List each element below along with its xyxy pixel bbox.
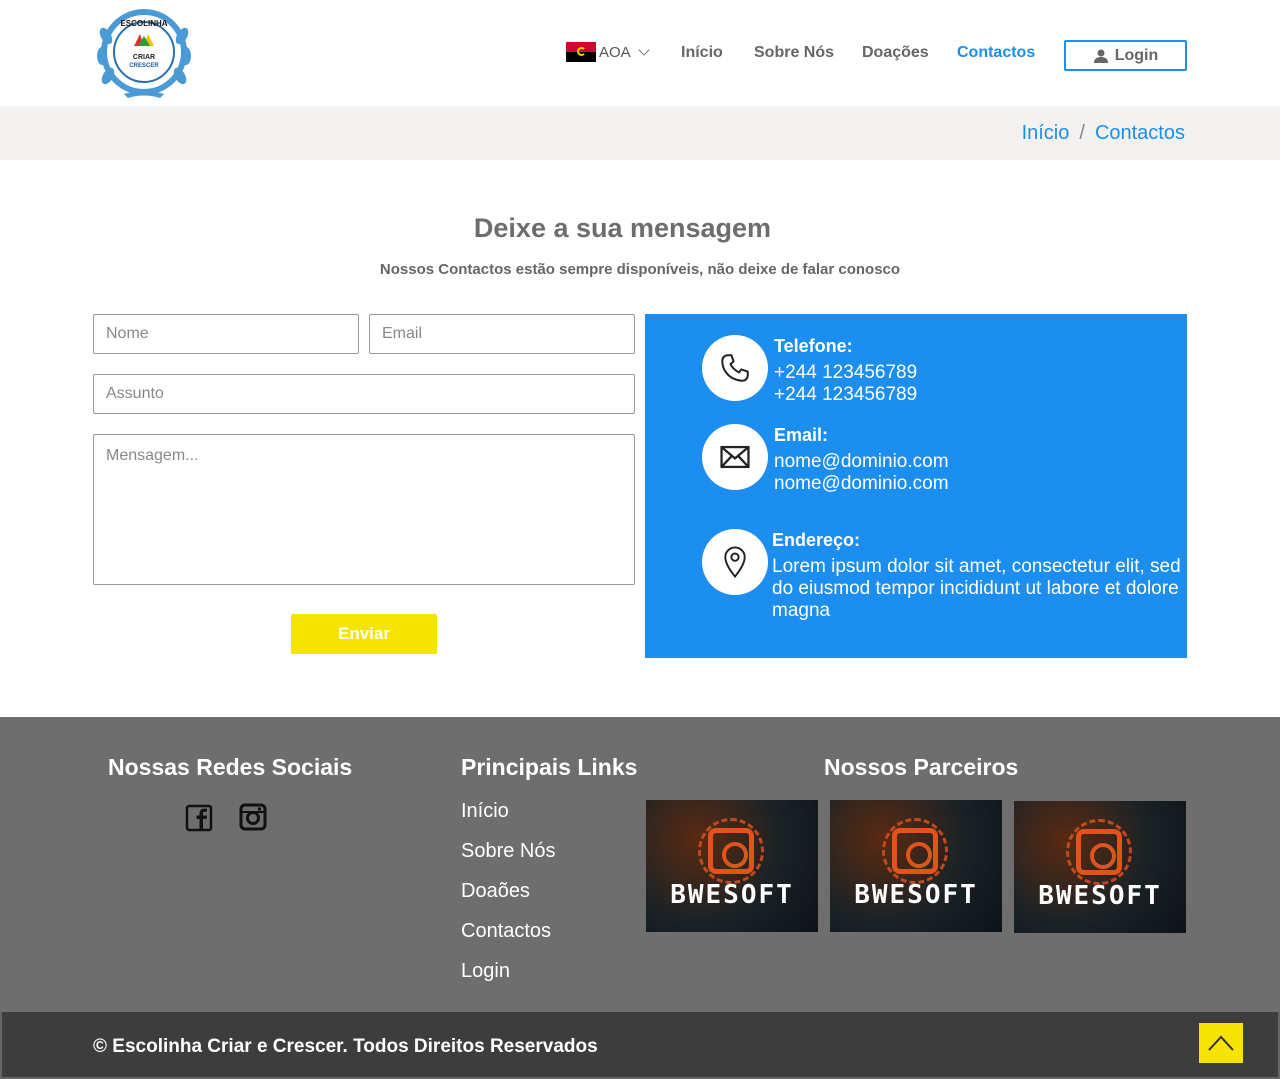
send-button[interactable]: Enviar <box>291 614 437 654</box>
phone-icon <box>721 354 749 382</box>
address-label: Endereço: <box>772 530 861 550</box>
mail-icon-circle <box>702 424 768 490</box>
chevron-down-icon <box>638 44 650 56</box>
nav-contactos[interactable]: Contactos <box>957 44 1035 62</box>
site-header: CRIAR CRESCER ESCOLINHA AOA Início Sobre… <box>0 0 1280 106</box>
partner-logo-2[interactable]: BWESOFT <box>830 800 1002 932</box>
mail-icon <box>720 445 750 469</box>
partner-name-3: BWESOFT <box>1038 881 1162 911</box>
phone-number-2: +244 123456789 <box>774 384 918 405</box>
name-input[interactable] <box>93 314 359 354</box>
partner-name-2: BWESOFT <box>854 880 978 910</box>
login-label: Login <box>1114 46 1159 64</box>
back-to-top-button[interactable] <box>1199 1023 1243 1063</box>
breadcrumb-bar: Início / Contactos <box>0 106 1280 160</box>
svg-text:CRIAR: CRIAR <box>133 54 155 61</box>
email-address-2: nome@dominio.com <box>774 473 949 494</box>
svg-text:ESCOLINHA: ESCOLINHA <box>120 19 167 28</box>
location-icon-circle <box>702 529 768 595</box>
page-title: Deixe a sua mensagem <box>473 213 772 243</box>
footer-link-sobre-nos[interactable]: Sobre Nós <box>461 840 556 863</box>
footer-link-login[interactable]: Login <box>461 960 510 983</box>
phone-label: Telefone: <box>774 336 853 356</box>
phone-icon-circle <box>702 335 768 401</box>
email-input[interactable] <box>369 314 635 354</box>
message-textarea[interactable] <box>93 434 635 585</box>
email-label: Email: <box>774 425 829 445</box>
school-logo[interactable]: CRIAR CRESCER ESCOLINHA <box>94 6 194 102</box>
currency-selector[interactable]: AOA <box>566 42 650 62</box>
nav-sobre-nos[interactable]: Sobre Nós <box>754 44 834 62</box>
partners-heading: Nossos Parceiros <box>824 754 1019 780</box>
nav-doacoes[interactable]: Doações <box>862 44 929 62</box>
partner-logo-1[interactable]: BWESOFT <box>646 800 818 932</box>
address-line-3: magna <box>772 600 831 621</box>
links-heading: Principais Links <box>461 754 638 780</box>
svg-text:CRESCER: CRESCER <box>129 63 159 69</box>
map-pin-icon <box>724 546 746 579</box>
currency-label: AOA <box>599 43 631 61</box>
chevron-up-icon <box>1208 1035 1234 1051</box>
partner-logo-3[interactable]: BWESOFT <box>1014 801 1186 933</box>
instagram-icon[interactable] <box>239 803 267 831</box>
social-heading: Nossas Redes Sociais <box>108 754 353 780</box>
nav-inicio[interactable]: Início <box>681 44 723 62</box>
footer-link-contactos[interactable]: Contactos <box>461 920 551 943</box>
login-button[interactable]: Login <box>1064 40 1187 71</box>
address-line-1: Lorem ipsum dolor sit amet, consectetur … <box>772 556 1181 577</box>
breadcrumb-current: Contactos <box>1094 122 1185 144</box>
copyright-text: © Escolinha Criar e Crescer. Todos Direi… <box>93 1036 598 1057</box>
breadcrumb-home[interactable]: Início <box>1022 122 1070 145</box>
page-subtitle: Nossos Contactos estão sempre disponívei… <box>379 261 901 278</box>
subject-input[interactable] <box>93 374 635 414</box>
footer-link-doacoes[interactable]: Doaões <box>461 880 530 903</box>
facebook-icon[interactable] <box>185 804 213 832</box>
contact-info-panel: Telefone: +244 123456789 +244 123456789 … <box>645 314 1187 658</box>
email-address-1: nome@dominio.com <box>774 451 949 472</box>
phone-number-1: +244 123456789 <box>774 362 918 383</box>
user-icon <box>1093 49 1108 63</box>
angola-flag-icon <box>566 42 596 62</box>
footer-link-inicio[interactable]: Início <box>461 800 509 823</box>
partner-name-1: BWESOFT <box>670 880 794 910</box>
breadcrumb-separator: / <box>1079 122 1085 144</box>
address-line-2: do eiusmod tempor incididunt ut labore e… <box>772 578 1179 599</box>
breadcrumb: Início / Contactos <box>1022 122 1185 145</box>
